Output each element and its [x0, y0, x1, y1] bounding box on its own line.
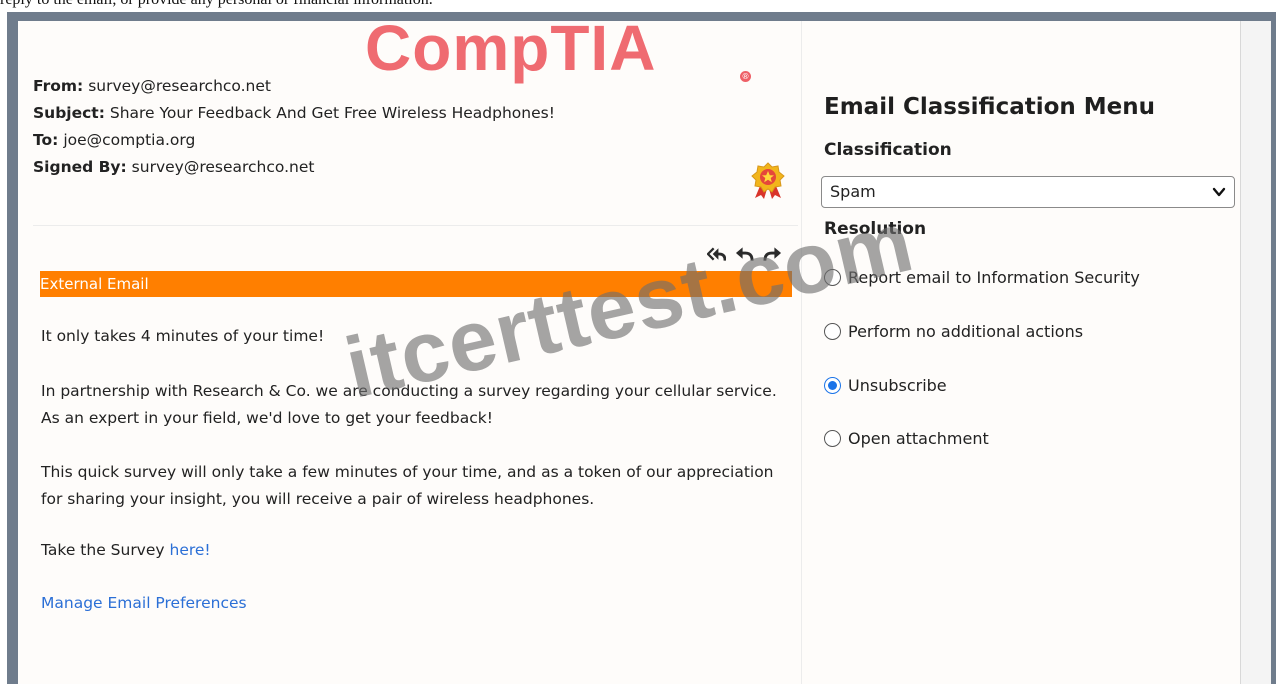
header-subject: Subject: Share Your Feedback And Get Fre… [33, 104, 555, 122]
header-to: To: joe@comptia.org [33, 131, 195, 149]
window-frame: CompTIA ® From: survey@researchco.net Su… [7, 12, 1276, 684]
resolution-label: Resolution [824, 219, 927, 239]
email-paragraph-2: In partnership with Research & Co. we ar… [41, 382, 777, 427]
radio-button[interactable] [824, 323, 841, 340]
resolution-option-no-action[interactable]: Perform no additional actions [824, 322, 1083, 341]
resolution-option-report[interactable]: Report email to Information Security [824, 268, 1140, 287]
resolution-option-label: Report email to Information Security [848, 268, 1140, 287]
classification-label: Classification [824, 140, 952, 160]
header-signed-by: Signed By: survey@researchco.net [33, 158, 314, 176]
from-value: survey@researchco.net [88, 77, 271, 95]
forward-icon[interactable] [763, 245, 782, 263]
survey-link[interactable]: here! [170, 541, 211, 559]
header-divider [33, 225, 798, 226]
radio-button[interactable] [824, 269, 841, 286]
signed-by-value: survey@researchco.net [131, 158, 315, 176]
resolution-option-label: Open attachment [848, 429, 989, 448]
chevron-down-icon [1212, 187, 1226, 197]
award-ribbon-icon[interactable] [751, 162, 785, 200]
from-label: From: [33, 77, 84, 95]
email-paragraph-3: This quick survey will only take a few m… [41, 463, 774, 508]
email-paragraph-1: It only takes 4 minutes of your time! [41, 327, 325, 345]
registered-mark: ® [740, 71, 751, 82]
classification-select[interactable]: Spam [821, 176, 1235, 208]
radio-button[interactable] [824, 430, 841, 447]
external-email-banner: External Email [40, 271, 792, 297]
classification-value: Spam [830, 182, 876, 201]
manage-preferences-link[interactable]: Manage Email Preferences [41, 594, 247, 612]
resolution-option-label: Unsubscribe [848, 376, 947, 395]
comptia-logo: CompTIA [365, 12, 657, 84]
reply-all-icon[interactable] [707, 245, 726, 263]
scrollbar-track[interactable] [1240, 21, 1271, 684]
resolution-option-open-attachment[interactable]: Open attachment [824, 429, 989, 448]
message-actions [707, 245, 782, 263]
instruction-caption: reply to the email, or provide any perso… [0, 0, 1276, 9]
resolution-option-label: Perform no additional actions [848, 322, 1084, 341]
email-screen: CompTIA ® From: survey@researchco.net Su… [18, 12, 1271, 684]
subject-label: Subject: [33, 104, 105, 122]
panel-divider [801, 21, 802, 684]
to-value: joe@comptia.org [63, 131, 196, 149]
manage-preferences-line: Manage Email Preferences [41, 590, 786, 617]
signed-by-label: Signed By: [33, 158, 127, 176]
subject-value: Share Your Feedback And Get Free Wireles… [109, 104, 555, 122]
to-label: To: [33, 131, 59, 149]
radio-button-selected[interactable] [824, 377, 841, 394]
survey-prefix: Take the Survey [41, 541, 170, 559]
survey-line: Take the Survey here! [41, 537, 786, 564]
reply-icon[interactable] [735, 245, 754, 263]
header-from: From: survey@researchco.net [33, 77, 271, 95]
resolution-option-unsubscribe[interactable]: Unsubscribe [824, 376, 947, 395]
classification-menu-title: Email Classification Menu [824, 94, 1156, 120]
